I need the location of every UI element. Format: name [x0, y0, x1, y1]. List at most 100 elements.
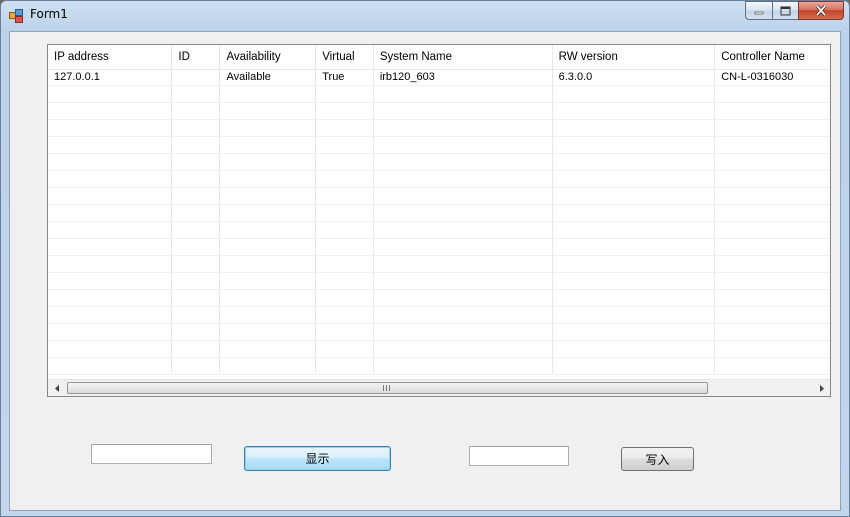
minimize-button[interactable] [745, 1, 772, 20]
empty-cell [220, 273, 317, 289]
empty-cell [48, 188, 173, 204]
empty-cell [316, 307, 374, 323]
empty-cell [374, 239, 553, 255]
empty-cell [553, 358, 716, 374]
cell-availability[interactable]: Available [220, 69, 317, 85]
empty-table-row [48, 137, 830, 154]
scroll-left-button[interactable] [48, 380, 65, 396]
empty-table-row [48, 120, 830, 137]
cell-virtual[interactable]: True [316, 69, 374, 85]
empty-cell [48, 341, 173, 357]
empty-cell [316, 103, 374, 119]
scroll-thumb[interactable] [67, 382, 708, 394]
empty-cell [715, 188, 830, 204]
empty-cell [220, 222, 317, 238]
empty-cell [715, 222, 830, 238]
empty-cell [316, 188, 374, 204]
cell-id[interactable] [172, 69, 221, 85]
empty-cell [220, 239, 317, 255]
empty-table-row [48, 307, 830, 324]
empty-cell [715, 86, 830, 102]
empty-cell [316, 171, 374, 187]
empty-cell [48, 324, 173, 340]
right-text-input[interactable] [469, 446, 569, 466]
empty-cell [374, 137, 553, 153]
empty-cell [48, 273, 173, 289]
empty-cell [316, 222, 374, 238]
empty-cell [48, 222, 173, 238]
empty-cell [316, 324, 374, 340]
empty-cell [374, 120, 553, 136]
empty-table-row [48, 103, 830, 120]
empty-cell [48, 307, 173, 323]
empty-cell [220, 103, 317, 119]
empty-cell [220, 188, 317, 204]
left-text-input[interactable] [91, 444, 212, 464]
empty-cell [316, 273, 374, 289]
empty-cell [553, 188, 716, 204]
empty-table-row [48, 205, 830, 222]
cell-ip-address[interactable]: 127.0.0.1 [48, 69, 173, 85]
cell-system-name[interactable]: irb120_603 [374, 69, 553, 85]
table-row[interactable]: 127.0.0.1 Available True irb120_603 6.3.… [48, 69, 830, 86]
empty-cell [715, 358, 830, 374]
window-title: Form1 [30, 7, 68, 21]
empty-cell [172, 307, 221, 323]
empty-cell [172, 341, 221, 357]
empty-table-row [48, 324, 830, 341]
scroll-right-button[interactable] [813, 380, 830, 396]
empty-table-row [48, 358, 830, 375]
cell-controller-name[interactable]: CN-L-0316030 [715, 69, 830, 85]
winforms-app-icon [9, 9, 23, 23]
empty-table-row [48, 290, 830, 307]
column-header-virtual[interactable]: Virtual [316, 45, 374, 69]
empty-cell [374, 154, 553, 170]
empty-cell [553, 273, 716, 289]
empty-cell [715, 171, 830, 187]
empty-cell [374, 273, 553, 289]
empty-cell [220, 341, 317, 357]
empty-cell [172, 222, 221, 238]
column-header-system-name[interactable]: System Name [374, 45, 553, 69]
empty-cell [316, 154, 374, 170]
cell-rw-version[interactable]: 6.3.0.0 [553, 69, 716, 85]
empty-cell [553, 171, 716, 187]
empty-cell [220, 290, 317, 306]
empty-cell [316, 239, 374, 255]
caption-buttons [745, 1, 844, 20]
maximize-icon [780, 6, 791, 15]
empty-table-row [48, 256, 830, 273]
empty-cell [715, 324, 830, 340]
empty-cell [172, 256, 221, 272]
empty-cell [220, 324, 317, 340]
empty-cell [48, 154, 173, 170]
maximize-button[interactable] [772, 1, 798, 20]
empty-cell [715, 137, 830, 153]
empty-cell [715, 307, 830, 323]
empty-cell [374, 171, 553, 187]
empty-cell [48, 358, 173, 374]
empty-cell [316, 256, 374, 272]
empty-cell [220, 358, 317, 374]
empty-cell [220, 256, 317, 272]
empty-cell [374, 341, 553, 357]
write-button[interactable]: 写入 [621, 447, 694, 471]
title-bar[interactable]: Form1 [1, 1, 849, 31]
column-header-id[interactable]: ID [172, 45, 221, 69]
column-header-ip-address[interactable]: IP address [48, 45, 173, 69]
empty-cell [220, 171, 317, 187]
empty-table-row [48, 273, 830, 290]
close-button[interactable] [798, 1, 844, 20]
column-header-rw-version[interactable]: RW version [553, 45, 716, 69]
column-header-availability[interactable]: Availability [220, 45, 317, 69]
empty-cell [172, 154, 221, 170]
horizontal-scrollbar[interactable] [48, 379, 830, 396]
controllers-data-grid[interactable]: IP address ID Availability Virtual Syste… [47, 44, 831, 397]
show-button[interactable]: 显示 [244, 446, 391, 471]
empty-cell [172, 324, 221, 340]
empty-cell [172, 86, 221, 102]
column-header-controller-name[interactable]: Controller Name [715, 45, 830, 69]
empty-cell [48, 239, 173, 255]
empty-cell [316, 290, 374, 306]
empty-table-row [48, 239, 830, 256]
